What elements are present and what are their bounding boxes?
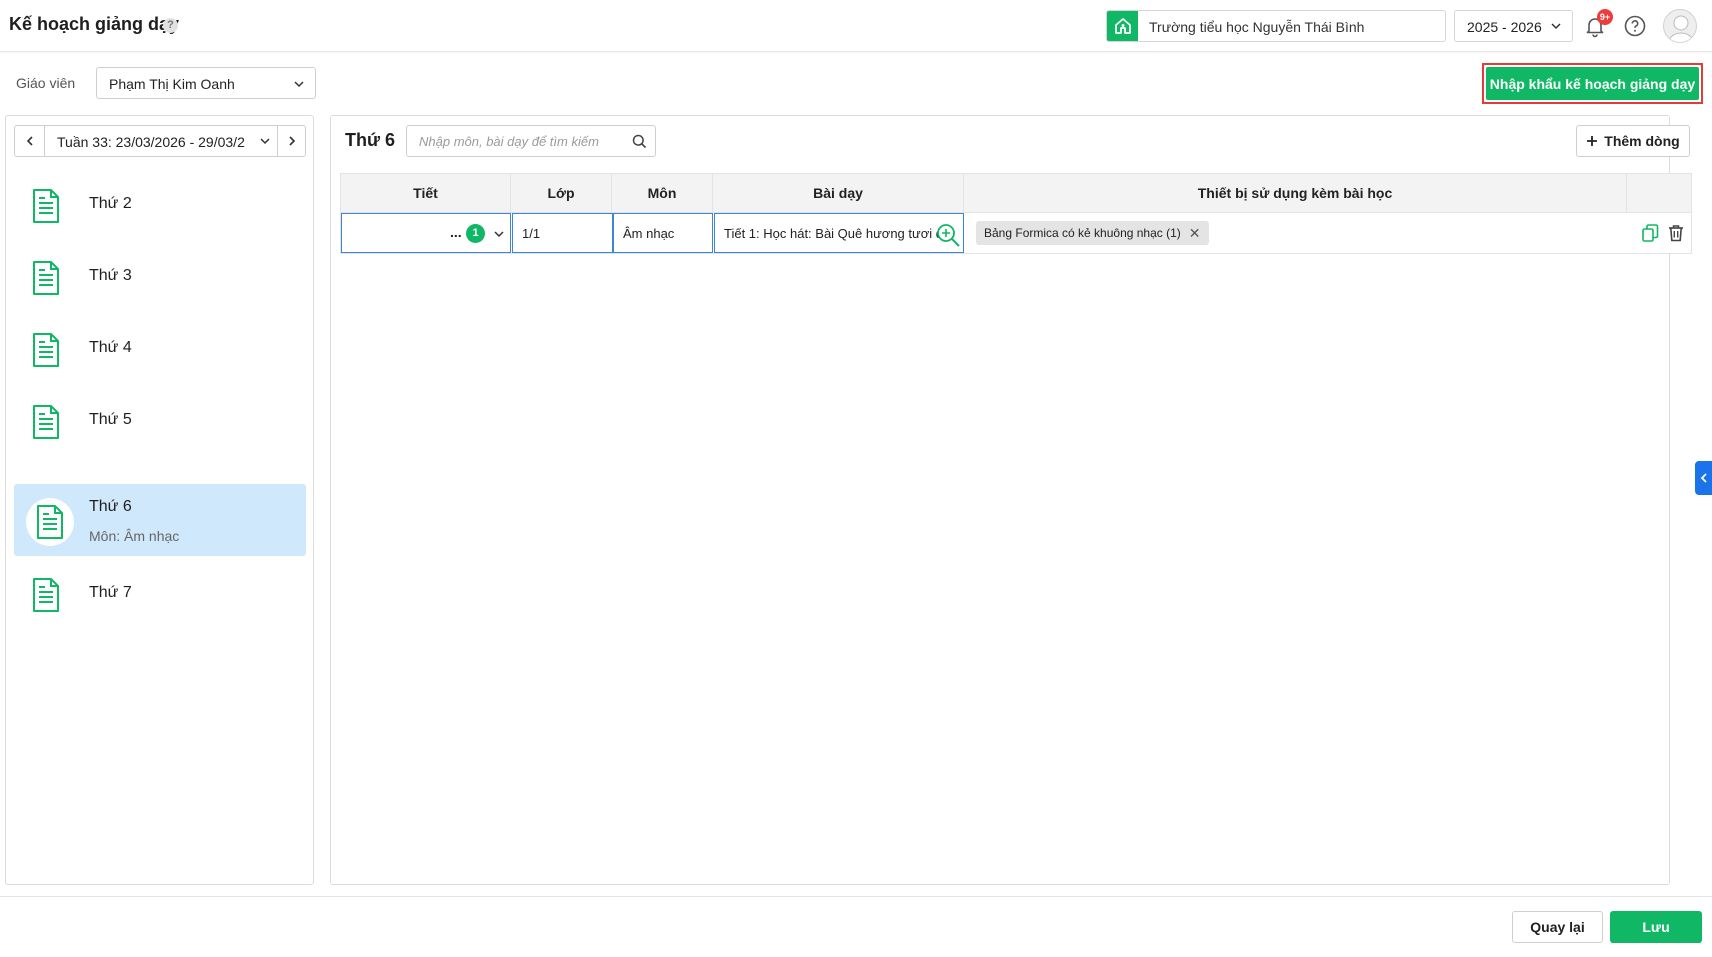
school-year-value: 2025 - 2026 [1467, 19, 1542, 35]
teacher-label: Giáo viên [16, 75, 76, 91]
day-item-thu-4[interactable]: Thứ 4 [14, 311, 306, 383]
teacher-value: Phạm Thị Kim Oanh [109, 76, 235, 92]
lesson-plan-panel: Thứ 6 Thêm dòng Tiết Lớp Môn Bài dạy Thi… [330, 115, 1692, 885]
prev-week-button[interactable] [15, 126, 45, 156]
tiet-select[interactable]: ... 1 [341, 213, 511, 253]
mon-value: Âm nhạc [623, 226, 675, 241]
day-list-panel: Tuần 33: 23/03/2026 - 29/03/2 Thứ 2 Thứ … [5, 115, 314, 885]
column-header-mon: Môn [612, 174, 713, 212]
document-icon [33, 189, 59, 223]
search-lesson-icon[interactable] [935, 223, 961, 247]
lesson-search-box [406, 125, 656, 157]
day-item-thu-6[interactable]: Thứ 6 Môn: Âm nhạc [14, 484, 306, 556]
week-navigator: Tuần 33: 23/03/2026 - 29/03/2 [14, 125, 306, 157]
footer-bar: Quay lại Lưu [0, 896, 1712, 957]
table-row: ... 1 1/1 Âm nhạc Tiết 1: Học hát: Bài Q… [340, 213, 1692, 254]
side-panel-toggle[interactable] [1695, 461, 1712, 495]
tiet-ellipsis: ... [450, 224, 462, 240]
import-plan-button[interactable]: Nhập khẩu kế hoạch giảng dạy [1486, 67, 1699, 100]
notification-badge: 9+ [1597, 9, 1613, 25]
page-title: Kế hoạch giảng dạy [9, 14, 180, 34]
add-row-label: Thêm dòng [1604, 133, 1680, 149]
tiet-count-badge: 1 [466, 224, 485, 243]
copy-icon[interactable] [1641, 224, 1659, 242]
help-icon[interactable] [1623, 14, 1647, 38]
school-year-select[interactable]: 2025 - 2026 [1454, 10, 1573, 42]
chevron-down-icon [494, 231, 504, 238]
day-label: Thứ 7 [89, 584, 132, 601]
column-header-thiet-bi: Thiết bị sử dụng kèm bài học [964, 174, 1627, 212]
user-avatar[interactable] [1663, 9, 1697, 43]
mon-field[interactable]: Âm nhạc [613, 213, 713, 253]
lop-value: 1/1 [522, 226, 541, 241]
remove-tag-icon[interactable]: ✕ [1189, 226, 1201, 240]
chevron-right-icon [288, 136, 295, 146]
table-header: Tiết Lớp Môn Bài dạy Thiết bị sử dụng kè… [340, 173, 1692, 213]
document-icon [33, 405, 59, 439]
day-label: Thứ 6 [89, 498, 132, 515]
day-label: Thứ 2 [89, 195, 132, 212]
column-header-actions [1627, 174, 1691, 212]
chevron-down-icon [1551, 23, 1561, 30]
school-selector[interactable]: Trường tiểu học Nguyễn Thái Bình [1106, 10, 1446, 42]
document-icon [33, 261, 59, 295]
day-item-thu-7[interactable]: Thứ 7 [14, 556, 306, 628]
day-label: Thứ 3 [89, 267, 132, 284]
trash-icon[interactable] [1667, 224, 1685, 242]
document-icon [37, 505, 63, 539]
day-item-thu-2[interactable]: Thứ 2 [14, 167, 306, 239]
chevron-down-icon [294, 81, 304, 88]
school-home-icon [1107, 11, 1138, 41]
app-header: Kế hoạch giảng dạy ? Trường tiểu học Ngu… [0, 0, 1712, 52]
bai-day-value: Tiết 1: Học hát: Bài Quê hương tươi đẹp [724, 226, 942, 241]
save-button[interactable]: Lưu [1610, 911, 1702, 943]
next-week-button[interactable] [277, 126, 305, 156]
chevron-left-icon [1700, 473, 1707, 483]
plus-icon [1587, 136, 1598, 146]
day-subject: Môn: Âm nhạc [89, 528, 180, 544]
school-name: Trường tiểu học Nguyễn Thái Bình [1149, 19, 1365, 35]
teacher-select[interactable]: Phạm Thị Kim Oanh [96, 67, 316, 99]
day-label: Thứ 5 [89, 411, 132, 428]
week-select-value[interactable]: Tuần 33: 23/03/2026 - 29/03/2 [57, 134, 245, 150]
title-help-icon[interactable]: ? [163, 18, 178, 33]
document-icon [33, 578, 59, 612]
equipment-tag-label: Bảng Formica có kẻ khuông nhạc (1) [984, 226, 1181, 240]
lop-field[interactable]: 1/1 [512, 213, 613, 253]
equipment-tag: Bảng Formica có kẻ khuông nhạc (1) ✕ [976, 221, 1209, 245]
user-avatar-icon [1667, 15, 1695, 42]
search-icon[interactable] [632, 134, 647, 149]
thiet-bi-field[interactable]: Bảng Formica có kẻ khuông nhạc (1) ✕ [964, 213, 1627, 253]
import-button-highlight: Nhập khẩu kế hoạch giảng dạy [1482, 63, 1703, 104]
bai-day-field[interactable]: Tiết 1: Học hát: Bài Quê hương tươi đẹp [714, 213, 964, 253]
chevron-down-icon[interactable] [259, 135, 271, 147]
day-item-thu-5[interactable]: Thứ 5 [14, 383, 306, 455]
back-button[interactable]: Quay lại [1512, 911, 1603, 943]
document-icon [33, 333, 59, 367]
day-item-thu-3[interactable]: Thứ 3 [14, 239, 306, 311]
chevron-left-icon [26, 136, 33, 146]
column-header-lop: Lớp [511, 174, 612, 212]
column-header-tiet: Tiết [341, 174, 511, 212]
column-header-bai-day: Bài dạy [713, 174, 964, 212]
lesson-search-input[interactable] [408, 127, 628, 155]
day-label: Thứ 4 [89, 339, 132, 356]
add-row-button[interactable]: Thêm dòng [1576, 125, 1690, 157]
row-actions [1641, 224, 1685, 242]
selected-day-title: Thứ 6 [345, 130, 396, 150]
